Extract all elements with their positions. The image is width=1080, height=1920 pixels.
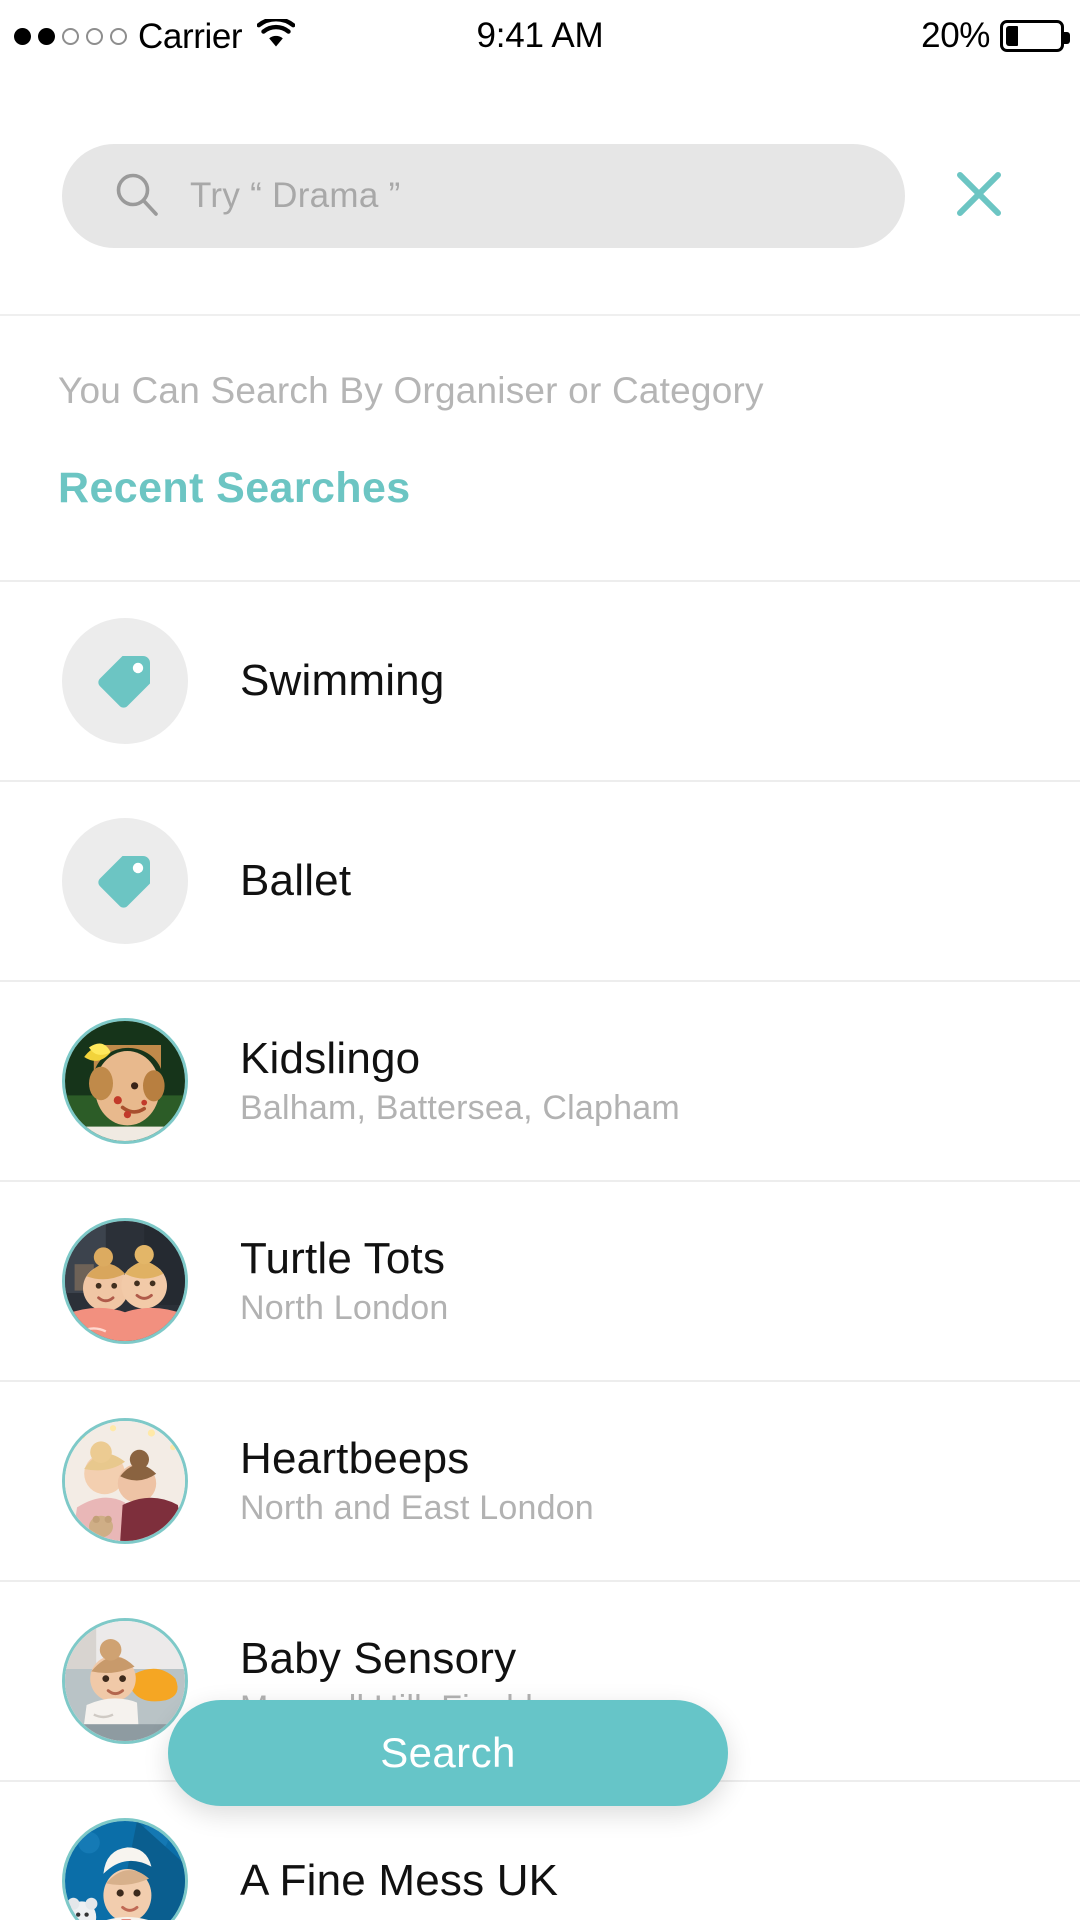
list-item-subtitle: Balham, Battersea, Clapham	[240, 1088, 680, 1127]
search-hint-text: You Can Search By Organiser or Category	[58, 370, 764, 411]
search-header	[0, 72, 1080, 316]
list-item-title: Ballet	[240, 855, 352, 905]
list-item-title: Swimming	[240, 655, 445, 705]
list-item[interactable]: Ballet	[0, 780, 1080, 980]
tag-icon	[62, 618, 188, 744]
status-bar-time: 9:41 AM	[476, 16, 604, 55]
search-input[interactable]	[190, 176, 875, 216]
app-screen: Carrier 9:41 AM 20% Try “ Drama ” You Ca…	[0, 0, 1080, 1920]
list-item-title: Heartbeeps	[240, 1434, 470, 1484]
battery-percent-label: 20%	[921, 16, 990, 55]
battery-icon	[1000, 20, 1070, 52]
search-button-label: Search	[380, 1729, 516, 1776]
list-item-subtitle: North London	[240, 1288, 449, 1327]
recent-searches-heading: Recent Searches	[58, 464, 411, 512]
avatar	[62, 1018, 188, 1144]
avatar	[62, 1418, 188, 1544]
list-item-title: Turtle Tots	[240, 1234, 446, 1284]
clear-search-button[interactable]	[927, 144, 1031, 248]
avatar	[62, 1818, 188, 1920]
list-item-text: Swimming	[240, 655, 445, 705]
list-item-title: Kidslingo	[240, 1034, 421, 1084]
close-icon	[952, 167, 1006, 226]
list-item-text: Ballet	[240, 855, 352, 905]
list-item-title: Baby Sensory	[240, 1634, 517, 1684]
list-item[interactable]: Turtle Tots North London	[0, 1180, 1080, 1380]
list-item-subtitle: North and East London	[240, 1488, 594, 1527]
list-item[interactable]: Swimming	[0, 580, 1080, 780]
search-row	[62, 144, 1080, 248]
list-item[interactable]: Heartbeeps North and East London	[0, 1380, 1080, 1580]
search-field[interactable]	[62, 144, 905, 248]
search-button[interactable]: Search	[168, 1700, 728, 1806]
avatar	[62, 1218, 188, 1344]
status-bar-right: 20%	[921, 16, 1070, 56]
list-item-text: Turtle Tots North London	[240, 1234, 449, 1327]
list-item[interactable]: Kidslingo Balham, Battersea, Clapham	[0, 980, 1080, 1180]
list-item-text: Kidslingo Balham, Battersea, Clapham	[240, 1034, 680, 1127]
list-item-title: A Fine Mess UK	[240, 1855, 559, 1905]
tag-icon	[62, 818, 188, 944]
list-item-text: Heartbeeps North and East London	[240, 1434, 594, 1527]
search-icon	[114, 171, 160, 222]
avatar	[62, 1618, 188, 1744]
list-item-text: A Fine Mess UK	[240, 1855, 559, 1905]
status-bar: Carrier 9:41 AM 20%	[0, 0, 1080, 72]
